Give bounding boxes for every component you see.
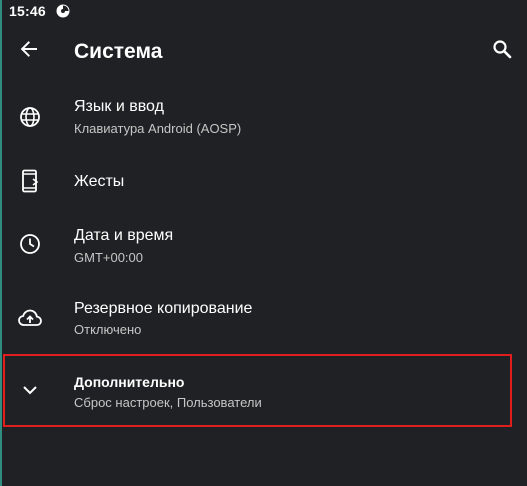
gestures-phone-icon: [17, 168, 43, 194]
arrow-back-icon: [19, 39, 39, 64]
status-bar: 15:46: [0, 0, 527, 22]
search-icon: [492, 39, 512, 64]
settings-item-backup[interactable]: Резервное копирование Отключено: [0, 288, 527, 348]
settings-screen: 15:46 Система Язык и ввод Клавиатура And…: [0, 0, 527, 486]
settings-item-summary: Отключено: [74, 322, 142, 337]
settings-item-title: Дата и время: [74, 227, 174, 244]
settings-item-summary: GMT+00:00: [74, 250, 144, 265]
highlight-box: [3, 354, 512, 427]
cloud-upload-icon: [17, 305, 43, 331]
settings-item-title: Язык и ввод: [74, 98, 164, 115]
status-notification-icon: [56, 4, 70, 18]
search-button[interactable]: [487, 36, 517, 66]
settings-item-date-time[interactable]: Дата и время GMT+00:00: [0, 214, 527, 274]
settings-item-title: Резервное копирование: [74, 300, 253, 317]
page-title: Система: [74, 40, 163, 63]
clock-icon: [17, 231, 43, 257]
settings-item-language[interactable]: Язык и ввод Клавиатура Android (AOSP): [0, 88, 527, 148]
settings-item-title: Жесты: [74, 173, 125, 190]
settings-item-summary: Клавиатура Android (AOSP): [74, 121, 242, 136]
status-time: 15:46: [9, 3, 46, 19]
back-button[interactable]: [14, 36, 44, 66]
globe-icon: [17, 104, 43, 130]
app-bar: Система: [0, 22, 527, 80]
settings-item-gestures[interactable]: Жесты: [0, 156, 527, 208]
